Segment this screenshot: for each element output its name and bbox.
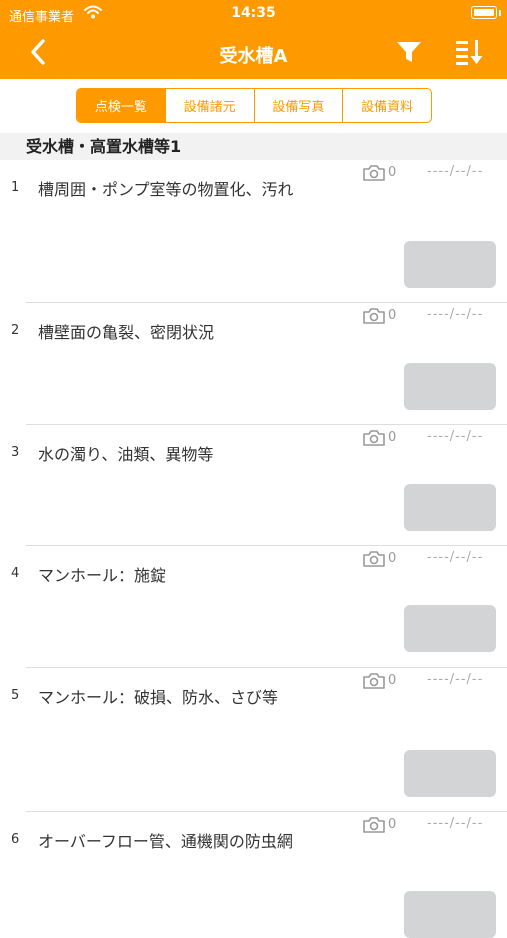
list-item[interactable]: 4 マンホール：施錠 0 ----/--/-- bbox=[0, 546, 507, 668]
inspection-date: ----/--/-- bbox=[427, 307, 484, 322]
inspection-date: ----/--/-- bbox=[427, 429, 484, 444]
tab-equipment-photos[interactable]: 設備写真 bbox=[253, 89, 343, 122]
item-title: マンホール：施錠 bbox=[38, 566, 167, 585]
item-number: 4 bbox=[11, 566, 20, 581]
item-title: 槽周囲・ポンプ室等の物置化、汚れ bbox=[38, 180, 294, 199]
tab-inspection-list[interactable]: 点検一覧 bbox=[77, 89, 165, 122]
list-item[interactable]: 5 マンホール：破損、防水、さび等 0 ----/--/-- bbox=[0, 668, 507, 812]
camera-icon[interactable] bbox=[363, 673, 385, 689]
result-button[interactable] bbox=[404, 363, 496, 410]
result-button[interactable] bbox=[404, 605, 496, 652]
item-title: 水の濁り、油類、異物等 bbox=[38, 445, 214, 464]
battery-icon bbox=[471, 6, 497, 19]
battery-tip bbox=[499, 10, 501, 16]
list-item[interactable]: 3 水の濁り、油類、異物等 0 ----/--/-- bbox=[0, 425, 507, 546]
camera-icon[interactable] bbox=[363, 430, 385, 446]
filter-icon[interactable] bbox=[396, 40, 422, 64]
segmented-tabs: 点検一覧 設備諸元 設備写真 設備資料 bbox=[76, 88, 432, 123]
list-item[interactable]: 2 槽壁面の亀裂、密閉状況 0 ----/--/-- bbox=[0, 303, 507, 425]
item-number: 2 bbox=[11, 323, 20, 338]
item-number: 3 bbox=[11, 445, 20, 460]
item-title: マンホール：破損、防水、さび等 bbox=[38, 688, 279, 707]
result-button[interactable] bbox=[404, 750, 496, 797]
nav-header: 通信事業者 14:35 受水槽A bbox=[0, 0, 507, 79]
inspection-date: ----/--/-- bbox=[427, 816, 484, 831]
page-title: 受水槽A bbox=[219, 46, 288, 67]
result-button[interactable] bbox=[404, 891, 496, 938]
section-header: 受水槽・高置水槽等1 bbox=[0, 133, 507, 160]
item-title: 槽壁面の亀裂、密閉状況 bbox=[38, 323, 215, 342]
photo-count: 0 bbox=[388, 430, 397, 445]
tab-equipment-specs[interactable]: 設備諸元 bbox=[164, 89, 254, 122]
camera-icon[interactable] bbox=[363, 551, 385, 567]
result-button[interactable] bbox=[404, 241, 496, 288]
tab-equipment-documents[interactable]: 設備資料 bbox=[342, 89, 431, 122]
photo-count: 0 bbox=[388, 308, 397, 323]
sort-icon[interactable] bbox=[455, 39, 485, 65]
photo-count: 0 bbox=[388, 673, 397, 688]
status-time: 14:35 bbox=[231, 5, 276, 21]
list-item[interactable]: 6 オーバーフロー管、通機関の防虫網 0 ----/--/-- bbox=[0, 812, 507, 938]
item-title: オーバーフロー管、通機関の防虫網 bbox=[38, 832, 293, 851]
camera-icon[interactable] bbox=[363, 308, 385, 324]
inspection-date: ----/--/-- bbox=[427, 672, 484, 687]
camera-icon[interactable] bbox=[363, 817, 385, 833]
item-number: 1 bbox=[11, 180, 20, 195]
photo-count: 0 bbox=[388, 551, 397, 566]
result-button[interactable] bbox=[404, 484, 496, 531]
list-item[interactable]: 1 槽周囲・ポンプ室等の物置化、汚れ 0 ----/--/-- bbox=[0, 160, 507, 303]
photo-count: 0 bbox=[388, 817, 397, 832]
inspection-date: ----/--/-- bbox=[427, 550, 484, 565]
camera-icon[interactable] bbox=[363, 165, 385, 181]
inspection-date: ----/--/-- bbox=[427, 164, 484, 179]
item-number: 6 bbox=[11, 832, 20, 847]
photo-count: 0 bbox=[388, 165, 397, 180]
inspection-list: 1 槽周囲・ポンプ室等の物置化、汚れ 0 ----/--/-- 2 槽壁面の亀裂… bbox=[0, 160, 507, 938]
item-number: 5 bbox=[11, 688, 20, 703]
